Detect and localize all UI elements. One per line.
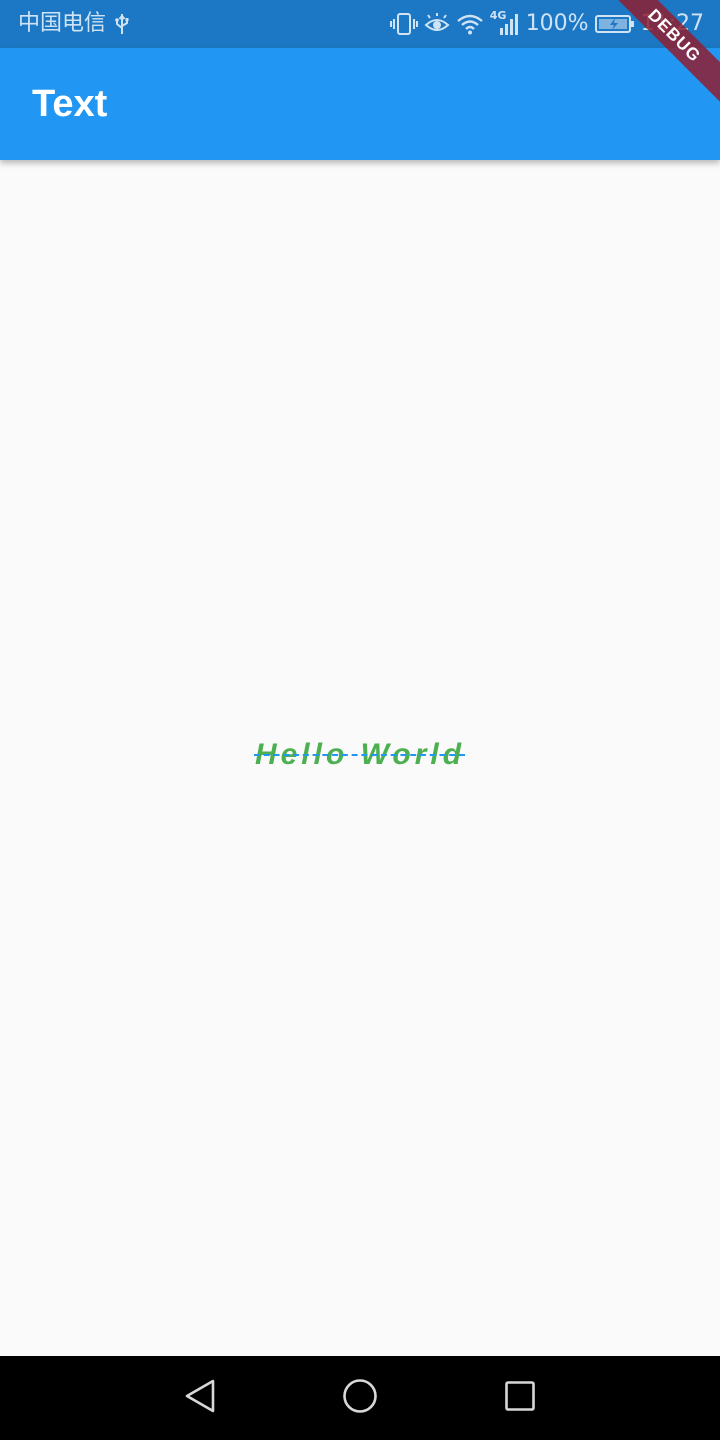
vibrate-icon [389,12,418,36]
back-icon [183,1378,217,1419]
usb-icon [114,13,130,35]
styled-text: Hello World [254,738,466,771]
app-bar: Text [0,48,720,160]
status-right: 4G 100% 11:27 [389,0,704,48]
home-icon [342,1378,378,1419]
navigation-bar [0,1356,720,1440]
home-button[interactable] [336,1374,384,1422]
content-area: Hello World [0,160,720,1356]
page-title: Text [32,83,108,125]
battery-charging-icon [594,14,635,34]
recents-button[interactable] [496,1374,544,1422]
carrier-name: 中国电信 [18,11,107,36]
wifi-icon [456,13,484,35]
battery-percent: 100% [525,11,589,36]
status-left: 中国电信 [18,0,130,48]
clock: 11:27 [640,11,704,36]
signal-icon: 4G [490,10,520,38]
screen: 中国电信 4G 100% 11:27 Text DEBUG Hello Worl… [0,0,720,1440]
eye-comfort-icon [424,13,450,35]
status-bar: 中国电信 4G 100% 11:27 [0,0,720,48]
back-button[interactable] [176,1374,224,1422]
recents-icon [504,1380,536,1417]
